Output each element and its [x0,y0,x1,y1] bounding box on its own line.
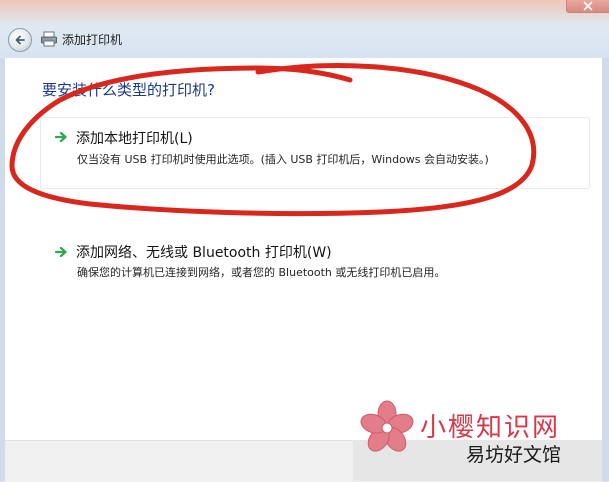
option-local-printer[interactable]: 添加本地打印机(L) [76,128,193,148]
back-arrow-icon [15,35,25,45]
watermark-subtitle: 易坊好文馆 [466,444,562,466]
green-arrow-icon [55,246,67,258]
back-button[interactable] [8,28,32,52]
option-network-printer-description: 确保您的计算机已连接到网络，或者您的 Bluetooth 或无线打印机已启用。 [77,266,446,279]
watermark-title: 小樱知识网 [420,413,561,443]
page-heading: 要安装什么类型的打印机? [42,81,215,99]
printer-icon [41,31,57,47]
close-button[interactable] [566,0,609,13]
close-icon [583,1,593,11]
window-title: 添加打印机 [62,33,123,47]
green-arrow-icon [55,131,67,143]
option-local-printer-description: 仅当没有 USB 打印机时使用此选项。(插入 USB 打印机后，Windows … [77,153,489,166]
window-title-bar [0,0,609,58]
option-network-printer[interactable]: 添加网络、无线或 Bluetooth 打印机(W) [76,242,332,262]
